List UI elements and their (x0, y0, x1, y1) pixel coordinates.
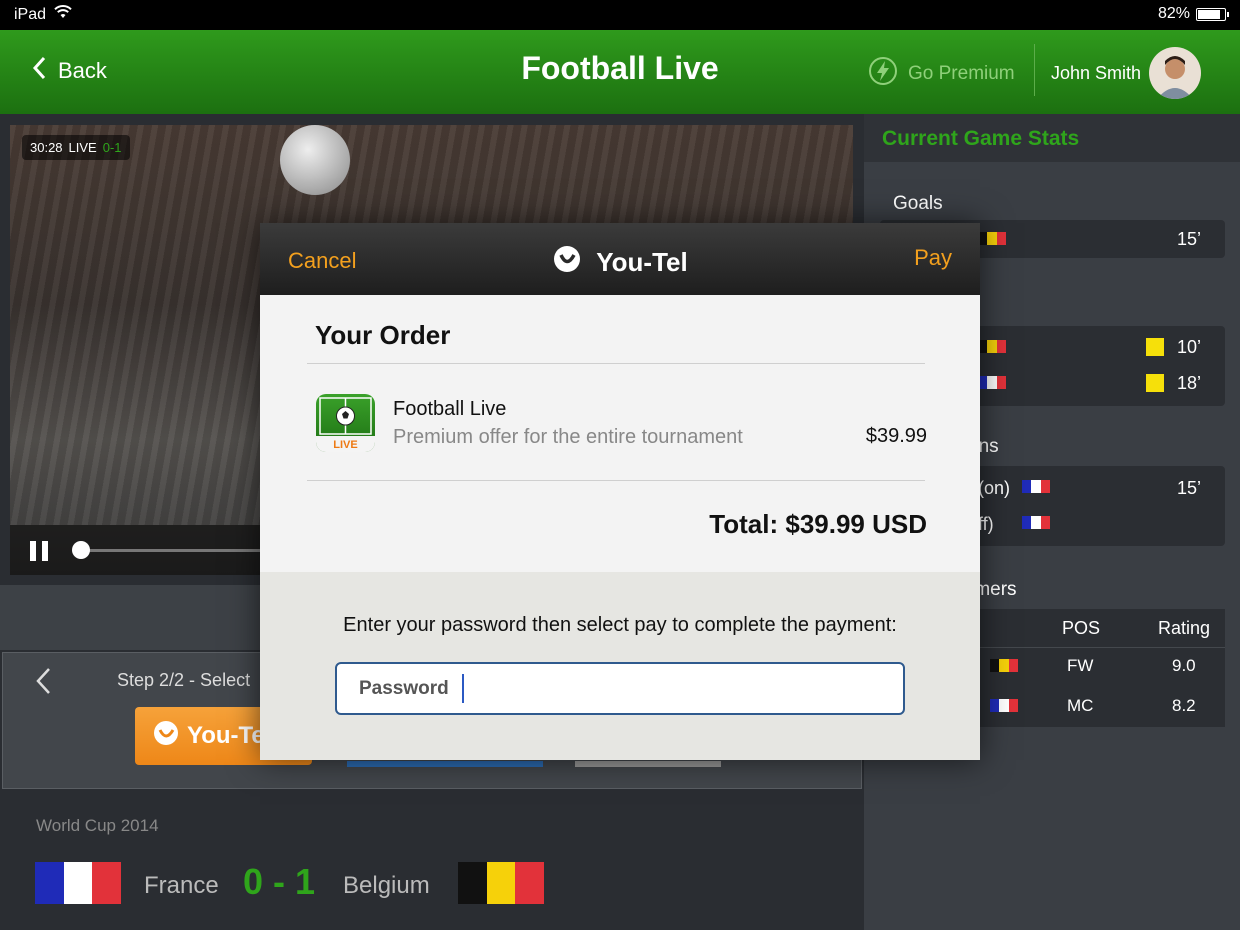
go-premium-button[interactable]: Go Premium (868, 56, 1015, 92)
device-label: iPad (14, 5, 47, 23)
sub-label: ff) (978, 514, 994, 534)
wifi-icon (54, 5, 72, 24)
youtel-logo-icon (153, 720, 179, 753)
modal-brand: You-Tel (260, 244, 980, 281)
password-instruction: Enter your password then select pay to c… (343, 614, 897, 636)
status-bar: iPad 82% (0, 0, 1240, 30)
pay-option-3[interactable] (575, 761, 721, 767)
text-caret (462, 674, 464, 703)
belgium-flag-icon (978, 340, 1006, 353)
performer-rating: 8.2 (1172, 696, 1196, 715)
performer-rating: 9.0 (1172, 656, 1196, 675)
payment-modal: Cancel You-Tel Pay Your Order LIVE Footb… (260, 223, 980, 760)
video-frame-ball (280, 125, 350, 195)
yellow-card-icon (1146, 374, 1164, 392)
france-flag-icon (1022, 480, 1050, 493)
battery-icon (1196, 7, 1229, 21)
item-name: Football Live (393, 398, 507, 420)
modal-header: Cancel You-Tel Pay (260, 223, 980, 295)
user-name[interactable]: John Smith (1051, 63, 1141, 84)
france-flag-icon (1022, 516, 1050, 529)
live-badge: 30:28 LIVE 0-1 (22, 135, 130, 160)
lightning-icon (868, 56, 898, 92)
match-info-bar: World Cup 2014 France 0 - 1 Belgium (0, 790, 862, 930)
belgium-flag-icon (458, 862, 545, 904)
live-time: 30:28 (30, 140, 63, 155)
pay-option-2[interactable] (347, 761, 543, 767)
divider (307, 363, 925, 364)
step-back-button[interactable] (35, 667, 51, 703)
performer-pos: MC (1067, 696, 1094, 715)
divider (307, 480, 925, 481)
france-flag-icon (978, 376, 1006, 389)
password-section: Enter your password then select pay to c… (260, 572, 980, 760)
card-minute: 10’ (1176, 337, 1201, 357)
live-label: LIVE (68, 140, 97, 155)
order-title: Your Order (315, 320, 451, 350)
item-price: $39.99 (865, 425, 927, 447)
item-description: Premium offer for the entire tournament (393, 426, 743, 448)
step-label: Step 2/2 - Select (117, 670, 251, 690)
col-rating: Rating (1158, 618, 1211, 638)
away-team-name: Belgium (343, 872, 430, 899)
battery-percent: 82% (1157, 5, 1190, 22)
sub-label: (on) (978, 478, 1011, 498)
avatar[interactable] (1149, 47, 1201, 99)
home-team-name: France (144, 872, 219, 899)
order-total: Total: $39.99 USD (709, 509, 927, 539)
competition-label: World Cup 2014 (36, 816, 159, 835)
go-premium-label: Go Premium (908, 63, 1015, 84)
col-pos: POS (1062, 618, 1101, 638)
goals-heading: Goals (893, 193, 943, 214)
password-field[interactable] (335, 662, 905, 715)
football-live-app-icon: LIVE (316, 394, 375, 452)
goal-minute: 15’ (1176, 229, 1201, 249)
youtel-option-label: You-Te (187, 722, 265, 749)
yellow-card-icon (1146, 338, 1164, 356)
app-header: Back Football Live Go Premium John Smith (0, 30, 1240, 114)
belgium-flag-icon (978, 232, 1006, 245)
pause-icon[interactable] (30, 541, 48, 561)
app-icon-badge: LIVE (333, 439, 357, 451)
scrubber-handle[interactable] (72, 541, 90, 559)
header-divider (1034, 44, 1035, 96)
france-flag-icon (35, 862, 122, 904)
belgium-flag-icon (990, 659, 1018, 672)
match-score: 0 - 1 (243, 861, 316, 902)
youtel-logo-icon (552, 244, 582, 281)
brand-name: You-Tel (596, 247, 688, 277)
pay-button[interactable]: Pay (914, 245, 952, 271)
performer-pos: FW (1067, 656, 1094, 675)
card-minute: 18’ (1176, 373, 1201, 393)
france-flag-icon (990, 699, 1018, 712)
sub-minute: 15’ (1176, 478, 1201, 498)
stats-title: Current Game Stats (882, 127, 1080, 150)
live-score: 0-1 (102, 140, 122, 155)
